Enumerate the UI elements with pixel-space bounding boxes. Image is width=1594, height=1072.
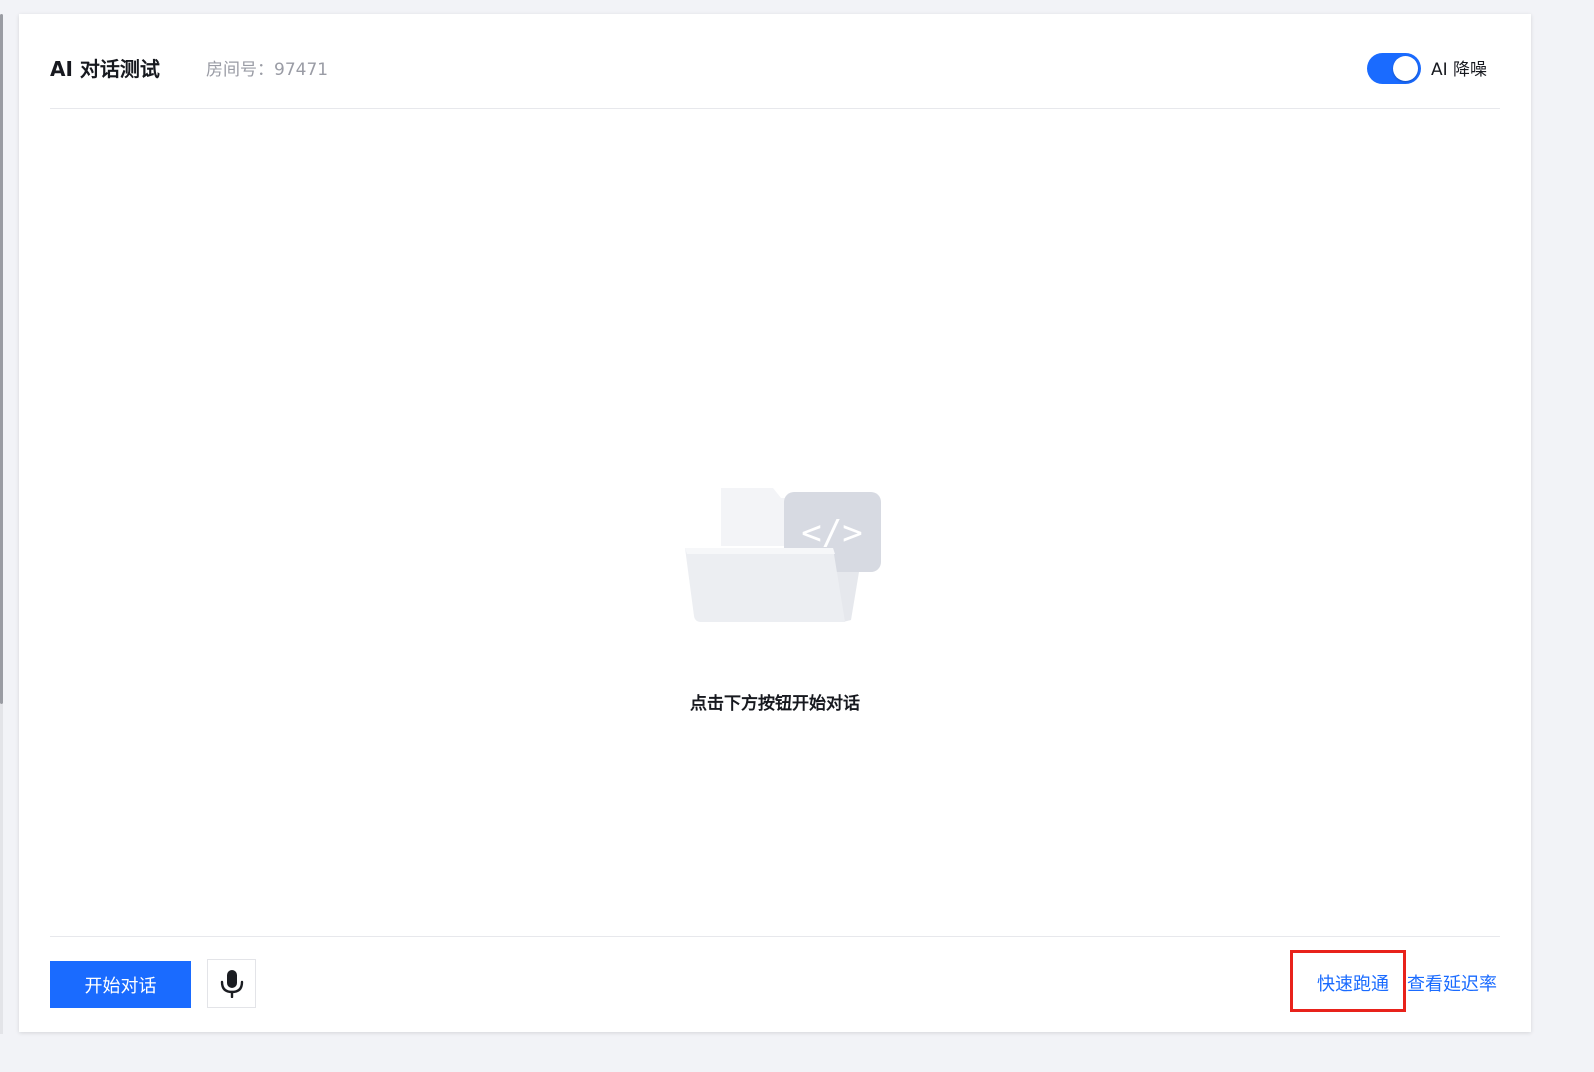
noise-reduction-label: AI 降噪 xyxy=(1431,60,1488,80)
code-folder-icon: </> xyxy=(683,484,883,626)
quick-start-link[interactable]: 快速跑通 xyxy=(1317,973,1389,997)
room-number: 97471 xyxy=(274,60,329,80)
svg-text:</>: </> xyxy=(801,513,862,553)
view-latency-link[interactable]: 查看延迟率 xyxy=(1407,973,1497,997)
ai-conversation-card: AI 对话测试 房间号：97471 AI 降噪 </> 点击下方按钮开始对话 开… xyxy=(19,14,1531,1032)
start-conversation-button[interactable]: 开始对话 xyxy=(50,961,191,1008)
card-header: AI 对话测试 房间号：97471 AI 降噪 xyxy=(50,14,1500,109)
left-panel-edge xyxy=(0,14,3,704)
empty-state-message: 点击下方按钮开始对话 xyxy=(690,694,860,714)
room-label: 房间号： xyxy=(206,60,274,80)
microphone-button[interactable] xyxy=(207,959,256,1008)
room-info: 房间号：97471 xyxy=(206,58,328,82)
card-footer: 开始对话 快速跑通 查看延迟率 xyxy=(50,936,1500,1033)
toggle-knob xyxy=(1393,56,1418,81)
microphone-icon xyxy=(220,970,244,998)
page-title: AI 对话测试 xyxy=(50,57,160,81)
noise-reduction-toggle[interactable] xyxy=(1367,53,1421,84)
left-panel-edge-lower xyxy=(0,704,3,1034)
